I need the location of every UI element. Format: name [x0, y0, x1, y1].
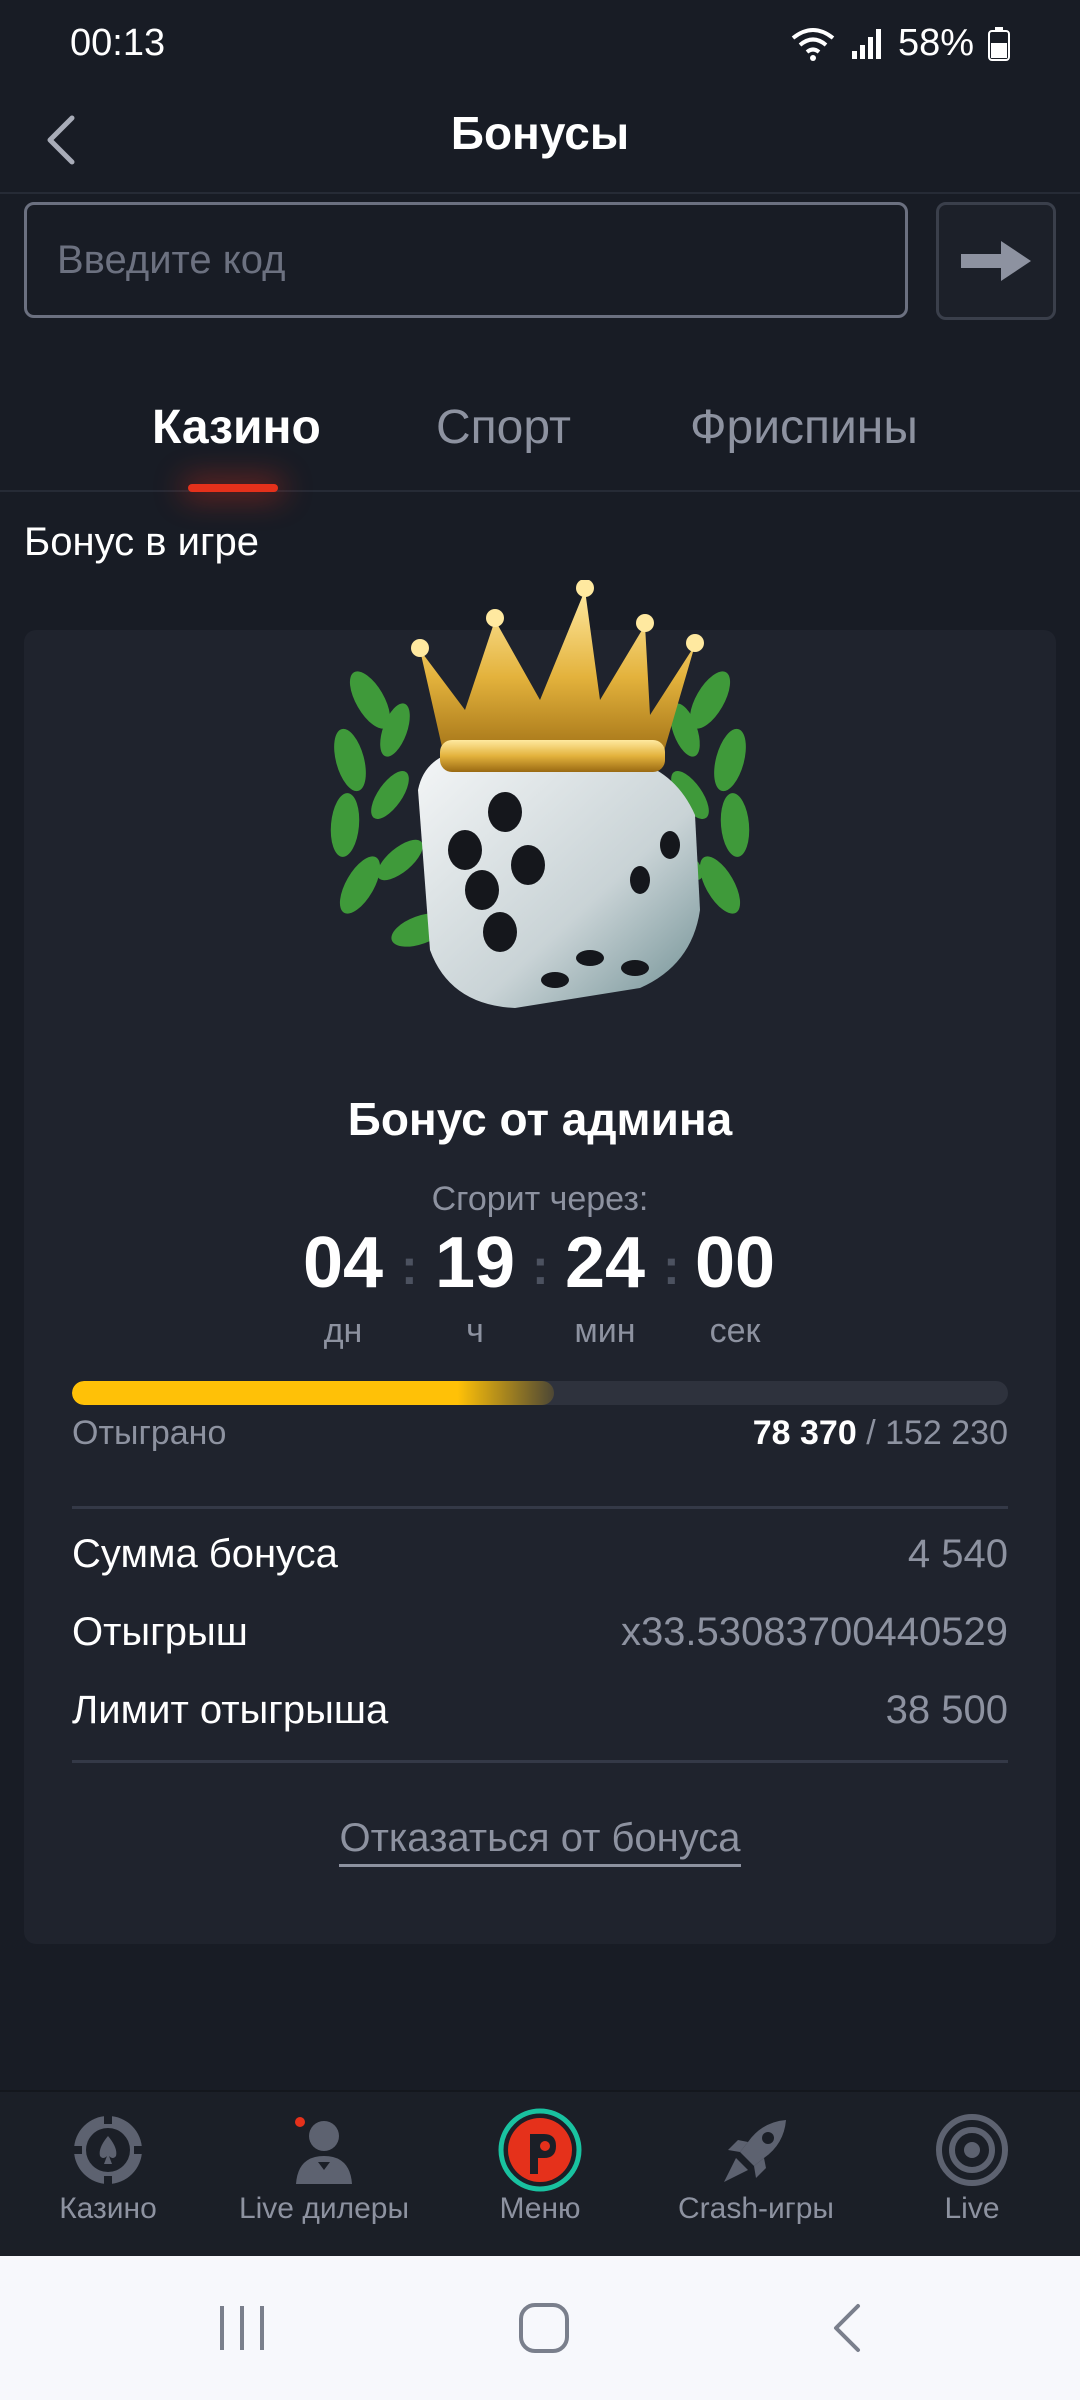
wagered-label: Отыграно: [72, 1414, 227, 1452]
bottom-navigation: Казино Live дилеры Меню Crash-игры Live: [0, 2090, 1080, 2258]
wager-multiplier-label: Отыгрыш: [72, 1610, 248, 1654]
bonus-amount-value: 4 540: [907, 1532, 1008, 1576]
nav-item-casino[interactable]: Казино: [0, 2092, 216, 2258]
page-title: Бонусы: [450, 107, 630, 159]
countdown-seconds: 00: [694, 1223, 776, 1303]
nav-item-live[interactable]: Live: [864, 2092, 1080, 2258]
signal-icon: [851, 28, 881, 59]
wager-multiplier-value: x33.53083700440529: [620, 1610, 1008, 1654]
active-tab-indicator: [188, 484, 278, 492]
section-title: Бонус в игре: [24, 520, 260, 564]
wager-limit-value: 38 500: [885, 1688, 1008, 1732]
countdown-minutes: 24: [564, 1223, 646, 1303]
live-dealer-icon: [295, 2117, 352, 2184]
live-target-icon: [936, 2114, 1008, 2186]
wagered-current: 78 370: [752, 1414, 857, 1452]
battery-percent: 58%: [897, 22, 974, 64]
countdown-days-unit: дн: [323, 1312, 363, 1350]
casino-chip-icon: [72, 2114, 144, 2186]
refuse-bonus-link[interactable]: Отказаться от бонуса: [0, 1816, 1080, 1867]
promo-code-input[interactable]: [24, 202, 908, 318]
bonus-amount-label: Сумма бонуса: [72, 1532, 338, 1576]
submit-code-button[interactable]: [936, 202, 1056, 320]
tab-freespins[interactable]: Фриспины: [690, 400, 918, 455]
refuse-bonus-label[interactable]: Отказаться от бонуса: [339, 1816, 741, 1867]
divider: [72, 1760, 1008, 1763]
countdown-hours-unit: ч: [466, 1312, 484, 1350]
status-bar: 00:13 58%: [0, 0, 1080, 92]
wagered-value: 78 370 / 152 230: [753, 1414, 1008, 1453]
bonus-name: Бонус от админа: [347, 1093, 733, 1145]
divider: [72, 1506, 1008, 1509]
system-back-button[interactable]: [826, 2302, 866, 2354]
wagered-total: / 152 230: [866, 1414, 1008, 1452]
wager-progress-fill: [72, 1381, 555, 1405]
system-navigation-bar: [0, 2256, 1080, 2400]
nav-label-crash-games: Crash-игры: [678, 2192, 834, 2225]
expires-label: Сгорит через:: [431, 1180, 649, 1218]
nav-item-crash-games[interactable]: Crash-игры: [648, 2092, 864, 2258]
rocket-icon: [724, 2120, 786, 2182]
crowned-dice-icon: [330, 579, 750, 1008]
countdown-seconds-unit: сек: [709, 1312, 761, 1350]
nav-label-live-dealers: Live дилеры: [238, 2192, 410, 2225]
status-time: 00:13: [70, 22, 166, 64]
tab-sport[interactable]: Спорт: [436, 400, 571, 455]
nav-item-menu[interactable]: Меню: [432, 2092, 648, 2258]
nav-label-live: Live: [944, 2192, 1000, 2225]
battery-icon: [988, 26, 1010, 61]
arrow-right-icon: [961, 241, 1031, 281]
wager-progress-bar: [72, 1381, 1008, 1405]
wifi-icon: [791, 27, 835, 61]
bonus-tabs: Казино Спорт Фриспины: [0, 380, 1080, 492]
home-button[interactable]: [518, 2302, 570, 2354]
nav-label-menu: Меню: [499, 2192, 581, 2225]
nav-label-casino: Казино: [59, 2192, 157, 2225]
bonus-image: [300, 579, 780, 1020]
status-icons: 58%: [790, 22, 1010, 65]
countdown-hours: 19: [434, 1223, 516, 1303]
countdown-days: 04: [302, 1223, 384, 1303]
wager-limit-label: Лимит отыгрыша: [72, 1688, 389, 1732]
countdown-minutes-unit: мин: [574, 1312, 636, 1350]
menu-logo-icon: [498, 2108, 582, 2192]
nav-item-live-dealers[interactable]: Live дилеры: [216, 2092, 432, 2258]
header: Бонусы: [0, 92, 1080, 194]
tab-casino[interactable]: Казино: [152, 400, 321, 455]
recent-apps-button[interactable]: [218, 2304, 268, 2352]
